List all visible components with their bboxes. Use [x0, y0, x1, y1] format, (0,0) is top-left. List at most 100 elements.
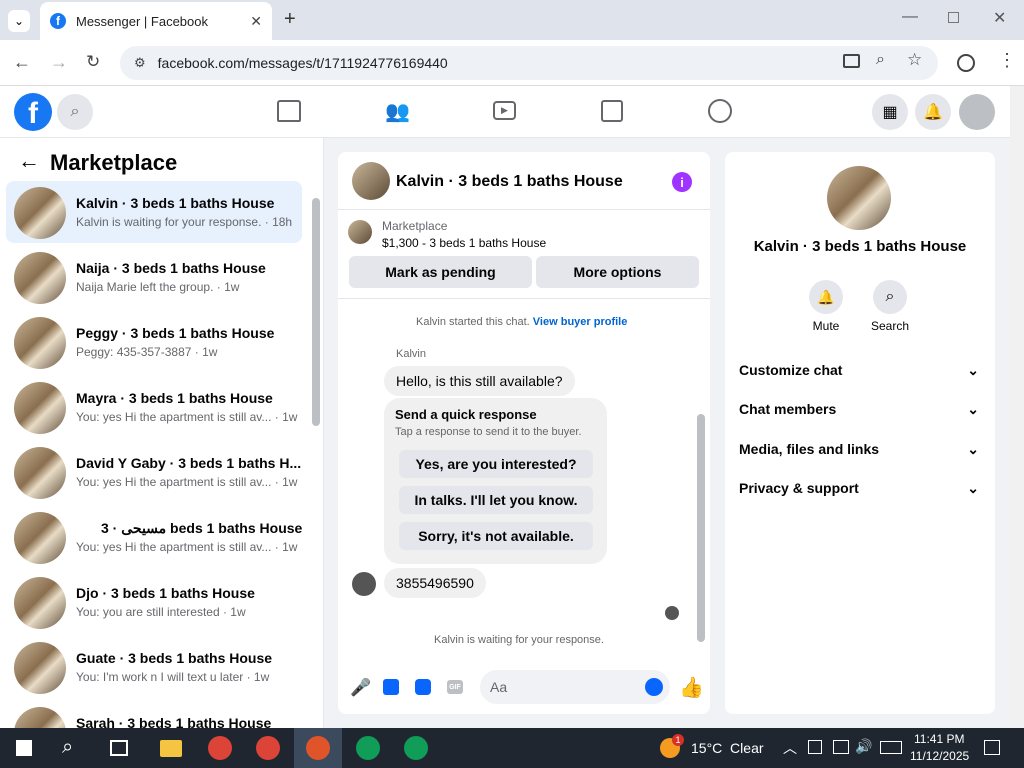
weather-text[interactable]: 15°C Clear: [691, 740, 764, 756]
page-scrollbar[interactable]: [1010, 86, 1024, 728]
chat-scrollbar[interactable]: [697, 414, 705, 642]
tab-close-icon[interactable]: ✕: [250, 13, 262, 30]
profile-icon[interactable]: [957, 54, 975, 72]
listing-thumbnail: [14, 252, 66, 304]
tray-app-icon[interactable]: [808, 740, 822, 754]
privacy-support-section[interactable]: Privacy & support ⌄: [739, 480, 979, 497]
chrome-icon[interactable]: [404, 736, 428, 760]
chevron-down-icon: ⌄: [967, 362, 979, 378]
mute-button[interactable]: 🔔: [809, 280, 843, 314]
address-bar: ← → ↻ ⚙ facebook.com/messages/t/17119247…: [0, 40, 1024, 86]
home-icon[interactable]: [277, 100, 301, 122]
file-explorer-icon[interactable]: [160, 740, 182, 757]
message-input[interactable]: Aa: [480, 670, 670, 704]
listing-thumbnail: [14, 447, 66, 499]
tab-messenger[interactable]: f Messenger | Facebook ✕: [40, 2, 272, 40]
url-field[interactable]: ⚙ facebook.com/messages/t/17119247761694…: [120, 46, 938, 80]
message-bubble: Hello, is this still available?: [384, 366, 575, 396]
info-avatar: [827, 166, 891, 230]
chrome-icon[interactable]: [256, 736, 280, 760]
quick-reply-in-talks[interactable]: In talks. I'll let you know.: [399, 486, 593, 514]
quick-reply-yes[interactable]: Yes, are you interested?: [399, 450, 593, 478]
conversation-item[interactable]: Peggy · 3 beds 1 baths House Peggy: 435-…: [6, 311, 302, 373]
restore-icon[interactable]: [948, 12, 959, 23]
search-icon[interactable]: ⌕: [62, 736, 73, 759]
sticker-icon[interactable]: [415, 679, 431, 695]
chat-started-text: Kalvin started this chat. View buyer pro…: [416, 316, 628, 328]
back-icon[interactable]: ←: [13, 52, 31, 73]
gif-icon[interactable]: GIF: [447, 680, 463, 694]
tab-search-chevron-icon[interactable]: ⌄: [8, 10, 30, 32]
sidebar-title: Marketplace: [50, 150, 178, 175]
conversation-item[interactable]: مسيحى · 3 beds 1 baths House You: yes Hi…: [6, 506, 302, 568]
chevron-down-icon: ⌄: [967, 441, 979, 457]
chrome-icon[interactable]: [208, 736, 232, 760]
clock-time[interactable]: 11:41 PM: [914, 732, 964, 746]
customize-chat-section[interactable]: Customize chat ⌄: [739, 362, 979, 379]
window-close-icon[interactable]: ✕: [993, 8, 1006, 28]
browser-menu-icon[interactable]: ⋮: [998, 50, 1016, 71]
conversation-item[interactable]: Naija · 3 beds 1 baths House Naija Marie…: [6, 246, 302, 308]
quick-reply-not-available[interactable]: Sorry, it's not available.: [399, 522, 593, 550]
header-divider: [338, 209, 710, 210]
chrome-icon[interactable]: [356, 736, 380, 760]
emoji-icon[interactable]: [645, 678, 663, 696]
video-icon[interactable]: ▶: [493, 101, 516, 120]
thumbs-up-icon[interactable]: 👍: [679, 675, 704, 700]
conversation-item[interactable]: Djo · 3 beds 1 baths House You: you are …: [6, 571, 302, 633]
view-buyer-profile-link[interactable]: View buyer profile: [533, 316, 628, 328]
windows-start-icon[interactable]: [16, 740, 32, 756]
minimize-icon[interactable]: —: [902, 8, 918, 26]
media-files-section[interactable]: Media, files and links ⌄: [739, 441, 979, 458]
listing-avatar: [348, 220, 372, 244]
site-info-icon[interactable]: ⚙: [134, 55, 146, 71]
waiting-text: Kalvin is waiting for your response.: [434, 634, 604, 646]
task-view-icon[interactable]: [110, 740, 128, 756]
search-button[interactable]: ⌕: [873, 280, 907, 314]
facebook-favicon-icon: f: [50, 13, 66, 29]
chat-members-section[interactable]: Chat members ⌄: [739, 401, 979, 418]
notifications-center-icon[interactable]: [984, 740, 1000, 755]
groups-icon[interactable]: [708, 99, 732, 123]
install-app-icon[interactable]: [843, 54, 860, 68]
info-icon[interactable]: i: [672, 172, 692, 192]
new-tab-icon[interactable]: +: [284, 8, 296, 31]
reload-icon[interactable]: ↻: [86, 52, 100, 72]
listing-thumbnail: [14, 382, 66, 434]
network-icon[interactable]: [833, 740, 849, 754]
conversation-item[interactable]: Guate · 3 beds 1 baths House You: I'm wo…: [6, 636, 302, 698]
info-title: Kalvin · 3 beds 1 baths House: [753, 238, 967, 255]
notifications-icon[interactable]: 🔔: [915, 94, 951, 130]
media-app-icon[interactable]: [306, 736, 330, 760]
conversation-item[interactable]: Kalvin · 3 beds 1 baths House Kalvin is …: [6, 181, 302, 243]
tray-chevron-icon[interactable]: ︿: [783, 738, 797, 758]
message-input-placeholder: Aa: [490, 679, 508, 695]
microphone-icon[interactable]: 🎤: [350, 678, 371, 698]
chevron-down-icon: ⌄: [967, 480, 979, 496]
message-bubble: 3855496590: [384, 568, 486, 598]
account-avatar[interactable]: [959, 94, 995, 130]
photo-icon[interactable]: [383, 679, 399, 695]
listing-divider: [338, 298, 710, 299]
url-text: facebook.com/messages/t/1711924776169440: [157, 55, 448, 71]
clock-date[interactable]: 11/12/2025: [910, 749, 969, 763]
zoom-icon[interactable]: ⌕: [876, 51, 885, 69]
back-arrow-icon[interactable]: ←: [18, 148, 40, 174]
listing-thumbnail: [14, 317, 66, 369]
sidebar-scrollbar[interactable]: [312, 198, 320, 426]
more-options-button[interactable]: More options: [536, 256, 699, 288]
search-icon[interactable]: ⌕: [57, 94, 93, 130]
friends-icon[interactable]: 👥: [385, 99, 410, 124]
conversation-item[interactable]: David Y Gaby · 3 beds 1 baths H... You: …: [6, 441, 302, 503]
menu-grid-icon[interactable]: ▦: [872, 94, 908, 130]
conversation-sidebar: ← Marketplace Kalvin · 3 beds 1 baths Ho…: [0, 138, 324, 728]
mark-pending-button[interactable]: Mark as pending: [349, 256, 532, 288]
forward-icon[interactable]: →: [50, 52, 68, 73]
marketplace-icon[interactable]: [601, 100, 623, 122]
facebook-logo-icon[interactable]: f: [14, 93, 52, 131]
conversation-item[interactable]: Mayra · 3 beds 1 baths House You: yes Hi…: [6, 376, 302, 438]
volume-icon[interactable]: 🔊: [855, 738, 872, 755]
keyboard-icon[interactable]: [880, 741, 902, 754]
conversation-item[interactable]: Sarah · 3 beds 1 baths House: [6, 701, 302, 728]
bookmark-star-icon[interactable]: ☆: [907, 50, 922, 70]
